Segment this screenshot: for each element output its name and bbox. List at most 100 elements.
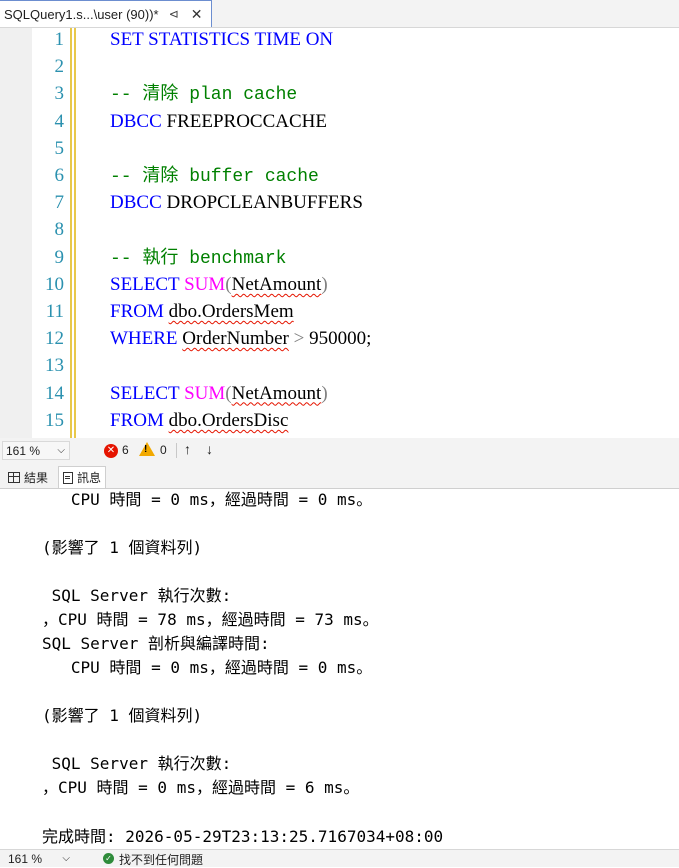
- chevron-down-icon: ⌵: [57, 445, 65, 456]
- code-line[interactable]: 4 DBCC FREEPROCCACHE: [0, 108, 679, 135]
- code-token: WHERE: [110, 328, 183, 350]
- code-line[interactable]: 13: [0, 352, 679, 379]
- line-number: 2: [54, 56, 65, 78]
- code-line[interactable]: 1 SET STATISTICS TIME ON: [0, 28, 679, 53]
- code-line[interactable]: 14 SELECT SUM(NetAmount): [0, 380, 679, 407]
- code-token: ): [321, 273, 328, 295]
- message-line: SQL Server 執行次數:: [42, 586, 232, 605]
- code-line[interactable]: 6 -- 清除 buffer cache: [0, 162, 679, 189]
- code-line[interactable]: 11 FROM dbo.OrdersMem: [0, 298, 679, 325]
- line-number: 15: [45, 409, 64, 431]
- code-line[interactable]: 5: [0, 135, 679, 162]
- result-tab-bar: 結果 訊息: [0, 464, 679, 489]
- code-text[interactable]: WHERE OrderNumber > 950000;: [110, 325, 371, 352]
- code-token: NetAmount: [231, 382, 322, 404]
- message-line: SQL Server 剖析與編譯時間:: [42, 634, 270, 653]
- code-text[interactable]: -- 清除 buffer cache: [110, 162, 319, 191]
- code-line[interactable]: 10 SELECT SUM(NetAmount): [0, 271, 679, 298]
- results-status-bar: 161 % ⌵ ✓ 找不到任何問題: [0, 849, 679, 867]
- grid-icon: [8, 471, 20, 483]
- close-icon[interactable]: ✕: [191, 6, 203, 23]
- code-line[interactable]: 12 WHERE OrderNumber > 950000;: [0, 325, 679, 352]
- zoom-dropdown[interactable]: 161 % ⌵: [2, 441, 70, 460]
- error-icon[interactable]: ✕: [104, 444, 118, 458]
- tab-results-label: 結果: [24, 470, 49, 485]
- line-number: 6: [54, 165, 65, 186]
- messages-icon: [63, 471, 73, 484]
- line-number: 8: [54, 219, 65, 241]
- code-line[interactable]: 8: [0, 216, 679, 243]
- message-line: (影響了 1 個資料列): [42, 706, 203, 725]
- code-token: FROM: [110, 301, 169, 322]
- code-token: DBCC: [110, 192, 162, 214]
- query-tab[interactable]: SQLQuery1.s...\user (90))* ⊲ ✕: [0, 0, 212, 27]
- code-text[interactable]: DBCC FREEPROCCACHE: [110, 108, 327, 135]
- code-token: -- 執行 benchmark: [110, 248, 287, 269]
- line-number: 9: [54, 246, 65, 268]
- status-separator: [176, 443, 177, 458]
- code-text[interactable]: FROM dbo.OrdersMem: [110, 298, 294, 325]
- editor-status-bar: 161 % ⌵ ✕ 6 ! 0 ↑ ↓: [0, 438, 679, 464]
- message-line: CPU 時間 = 0 ms，經過時間 = 0 ms。: [42, 658, 373, 677]
- check-icon: ✓: [103, 853, 114, 864]
- code-text[interactable]: FROM dbo.OrdersDisc: [110, 407, 288, 434]
- code-token: DROPCLEANBUFFERS: [161, 192, 363, 214]
- code-token: SELECT: [110, 382, 185, 404]
- code-line[interactable]: 2: [0, 53, 679, 80]
- line-number: 1: [54, 29, 65, 50]
- document-tab-bar: SQLQuery1.s...\user (90))* ⊲ ✕: [0, 0, 679, 28]
- line-number: 11: [45, 301, 64, 322]
- code-text[interactable]: DBCC DROPCLEANBUFFERS: [110, 189, 363, 216]
- message-line: CPU 時間 = 0 ms，經過時間 = 0 ms。: [42, 490, 373, 509]
- message-line: ，CPU 時間 = 78 ms，經過時間 = 73 ms。: [42, 610, 379, 629]
- error-count[interactable]: 6: [122, 443, 129, 457]
- code-token: DBCC: [110, 110, 162, 132]
- code-token: SELECT: [110, 273, 185, 295]
- line-number: 12: [45, 328, 64, 350]
- code-token: >: [288, 328, 310, 350]
- code-line[interactable]: 15 FROM dbo.OrdersDisc: [0, 407, 679, 434]
- tab-messages-label: 訊息: [77, 471, 102, 485]
- line-number: 14: [45, 382, 64, 404]
- results-zoom-dropdown[interactable]: 161 % ⌵: [2, 850, 76, 867]
- code-token: SET STATISTICS TIME ON: [110, 29, 334, 50]
- arrow-down-icon[interactable]: ↓: [206, 441, 213, 457]
- message-line: (影響了 1 個資料列): [42, 538, 203, 557]
- code-text[interactable]: SET STATISTICS TIME ON: [110, 28, 333, 53]
- warning-icon[interactable]: !: [139, 442, 155, 456]
- code-token: FREEPROCCACHE: [161, 110, 327, 132]
- tab-results[interactable]: 結果: [4, 466, 52, 488]
- code-token: NetAmount: [231, 273, 322, 295]
- tab-messages[interactable]: 訊息: [58, 466, 107, 488]
- warning-count[interactable]: 0: [160, 443, 167, 457]
- code-token: -- 清除 plan cache: [110, 85, 298, 106]
- code-token: SUM: [184, 273, 226, 295]
- line-number: 7: [54, 192, 65, 214]
- code-token: -- 清除 buffer cache: [110, 167, 319, 187]
- code-line[interactable]: 3 -- 清除 plan cache: [0, 80, 679, 107]
- code-line[interactable]: 9 -- 執行 benchmark: [0, 244, 679, 271]
- line-number: 10: [45, 273, 64, 295]
- arrow-up-icon[interactable]: ↑: [184, 441, 191, 457]
- line-number: 4: [54, 110, 65, 132]
- no-issues-label: 找不到任何問題: [119, 853, 204, 867]
- zoom-value: 161 %: [6, 443, 41, 458]
- pin-icon[interactable]: ⊲: [169, 7, 179, 21]
- query-editor[interactable]: 1 SET STATISTICS TIME ON 2 3 -- 清除 plan cach…: [0, 28, 679, 438]
- message-line: ，CPU 時間 = 0 ms，經過時間 = 6 ms。: [42, 778, 360, 797]
- code-text[interactable]: -- 執行 benchmark: [110, 244, 286, 273]
- chevron-down-icon: ⌵: [62, 853, 70, 864]
- message-line: SQL Server 執行次數:: [42, 754, 232, 773]
- code-token: SUM: [184, 382, 226, 404]
- code-token: ): [321, 382, 328, 404]
- code-line[interactable]: 7 DBCC DROPCLEANBUFFERS: [0, 189, 679, 216]
- code-text[interactable]: SELECT SUM(NetAmount): [110, 271, 328, 298]
- code-token: dbo.OrdersMem: [168, 301, 294, 322]
- messages-pane[interactable]: CPU 時間 = 0 ms，經過時間 = 0 ms。 (影響了 1 個資料列) …: [0, 489, 679, 849]
- line-number: 13: [45, 355, 64, 377]
- results-zoom-value: 161 %: [8, 851, 43, 866]
- code-text[interactable]: SELECT SUM(NetAmount): [110, 380, 328, 407]
- code-text[interactable]: -- 清除 plan cache: [110, 80, 297, 109]
- code-token: OrderNumber: [182, 328, 289, 350]
- code-token: FROM: [110, 409, 169, 431]
